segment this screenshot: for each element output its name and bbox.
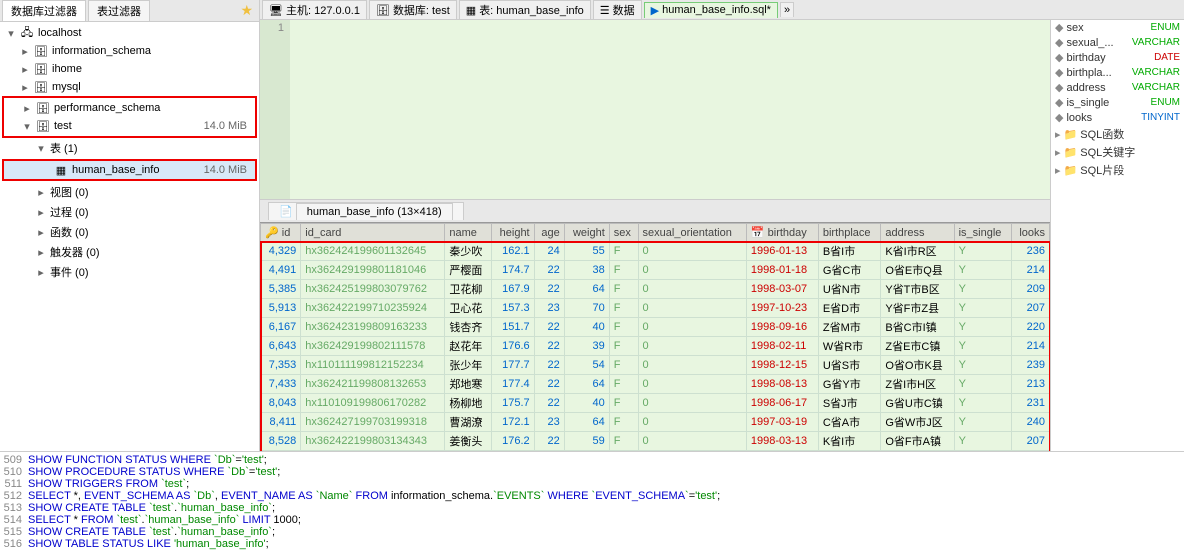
tab-overflow[interactable]: » [780, 2, 794, 17]
col-name[interactable]: name [445, 224, 491, 242]
diamond-icon: ◆ [1055, 96, 1063, 109]
table-row[interactable]: 6,643hx362429199802111578赵花年176.62239F01… [261, 337, 1050, 356]
db-node[interactable]: ▸🗄mysql [2, 78, 257, 96]
db-icon: 🗄 [376, 4, 390, 17]
result-tab[interactable]: 📄 human_base_info (13×418) [268, 202, 464, 220]
star-icon[interactable]: ★ [240, 2, 257, 19]
sql-line: 516SHOW TABLE STATUS LIKE 'human_base_in… [0, 538, 1184, 550]
db-node[interactable]: ▸🗄information_schema [2, 42, 257, 60]
diamond-icon: ◆ [1055, 51, 1063, 64]
table-row[interactable]: 8,528hx362422199803134343姜衡头176.22259F01… [261, 432, 1050, 451]
column-prop[interactable]: ◆sexual_...VARCHAR [1051, 35, 1184, 50]
sql-line: 515SHOW CREATE TABLE `test`.`human_base_… [0, 526, 1184, 538]
sql-line: 511SHOW TRIGGERS FROM `test`; [0, 478, 1184, 490]
server-icon: 🖧 [20, 26, 34, 40]
column-prop[interactable]: ◆looksTINYINT [1051, 110, 1184, 125]
col-bp[interactable]: birthplace [818, 224, 881, 242]
triggers-group[interactable]: ▸触发器 (0) [2, 242, 257, 262]
tab-db-filter[interactable]: 数据库过滤器 [2, 0, 86, 21]
editor-gutter: 1 [260, 20, 290, 199]
tab-table-filter[interactable]: 表过滤器 [88, 0, 150, 21]
table-row[interactable]: 4,491hx362429199801181046严樱面174.72238F01… [261, 261, 1050, 280]
column-prop[interactable]: ◆addressVARCHAR [1051, 80, 1184, 95]
data-icon: ☰ [600, 4, 610, 17]
sql-line: 513SHOW CREATE TABLE `test`.`human_base_… [0, 502, 1184, 514]
sql-editor[interactable]: 1 [260, 20, 1050, 200]
column-prop[interactable]: ◆sexENUM [1051, 20, 1184, 35]
prop-group[interactable]: ▸📁SQL函数 [1051, 125, 1184, 143]
host-icon: 🖥 [269, 4, 283, 17]
table-icon: ▦ [54, 163, 68, 177]
sql-line: 509SHOW FUNCTION STATUS WHERE `Db`='test… [0, 454, 1184, 466]
prop-group[interactable]: ▸📁SQL关键字 [1051, 143, 1184, 161]
table-row[interactable]: 8,043hx110109199806170282杨柳地175.72240F01… [261, 394, 1050, 413]
funcs-group[interactable]: ▸函数 (0) [2, 222, 257, 242]
db-tree: ▾🖧 localhost ▸🗄information_schema ▸🗄ihom… [0, 22, 259, 451]
server-label: localhost [38, 27, 81, 39]
table-row[interactable]: 4,329hx362424199601132645秦少吹162.12455F01… [261, 242, 1050, 261]
table-row[interactable]: 5,385hx362425199803079762卫花柳167.92264F01… [261, 280, 1050, 299]
db-icon: 🗄 [34, 80, 48, 94]
db-icon: 🗄 [36, 119, 50, 133]
col-sex[interactable]: sex [609, 224, 638, 242]
db-icon: 🗄 [34, 62, 48, 76]
diamond-icon: ◆ [1055, 21, 1063, 34]
column-prop[interactable]: ◆birthdayDATE [1051, 50, 1184, 65]
top-tabs: 🖥主机: 127.0.0.1 🗄数据库: test ▦表: human_base… [260, 0, 1184, 20]
events-group[interactable]: ▸事件 (0) [2, 262, 257, 282]
col-birthday[interactable]: 📅 birthday [746, 224, 818, 242]
table-row[interactable]: 6,167hx362423199809163233钱杏齐151.72240F01… [261, 318, 1050, 337]
tab-query[interactable]: ▶human_base_info.sql* [644, 2, 778, 18]
column-prop[interactable]: ◆is_singleENUM [1051, 95, 1184, 110]
procs-group[interactable]: ▸过程 (0) [2, 202, 257, 222]
tab-database[interactable]: 🗄数据库: test [369, 0, 457, 19]
col-so[interactable]: sexual_orientation [638, 224, 746, 242]
table-row[interactable]: 5,913hx362422199710235924卫心花157.32370F01… [261, 299, 1050, 318]
sql-log[interactable]: 509SHOW FUNCTION STATUS WHERE `Db`='test… [0, 451, 1184, 556]
table-row[interactable]: 7,433hx362421199808132653郑地寒177.42264F01… [261, 375, 1050, 394]
table-row[interactable]: 8,411hx362427199703199318曹湖潦172.12364F01… [261, 413, 1050, 432]
col-age[interactable]: age [534, 224, 564, 242]
data-grid[interactable]: 🔑 id id_card name height age weight sex … [260, 223, 1050, 451]
col-addr[interactable]: address [881, 224, 954, 242]
diamond-icon: ◆ [1055, 111, 1063, 124]
table-row[interactable]: 7,353hx110111199812152234张少年177.72254F01… [261, 356, 1050, 375]
db-icon: 🗄 [36, 101, 50, 115]
play-icon: ▶ [651, 4, 659, 17]
diamond-icon: ◆ [1055, 81, 1063, 94]
tables-group[interactable]: ▾表 (1) [2, 138, 257, 158]
sidebar: 数据库过滤器 表过滤器 ★ ▾🖧 localhost ▸🗄information… [0, 0, 260, 451]
table-icon: ▦ [466, 4, 476, 17]
col-weight[interactable]: weight [564, 224, 609, 242]
db-node[interactable]: ▸🗄ihome [2, 60, 257, 78]
sql-line: 510SHOW PROCEDURE STATUS WHERE `Db`='tes… [0, 466, 1184, 478]
sql-line: 512SELECT *, EVENT_SCHEMA AS `Db`, EVENT… [0, 490, 1184, 502]
column-prop[interactable]: ◆birthpla...VARCHAR [1051, 65, 1184, 80]
tab-host[interactable]: 🖥主机: 127.0.0.1 [262, 0, 367, 19]
col-height[interactable]: height [491, 224, 534, 242]
diamond-icon: ◆ [1055, 36, 1063, 49]
server-node[interactable]: ▾🖧 localhost [2, 24, 257, 42]
table-row[interactable]: 8,665hx362423199506209264金十杏162.32539F01… [261, 451, 1050, 452]
tab-data[interactable]: ☰数据 [593, 0, 642, 19]
col-id[interactable]: 🔑 id [261, 224, 301, 242]
prop-group[interactable]: ▸📁SQL片段 [1051, 161, 1184, 179]
columns-panel: ◆sexENUM◆sexual_...VARCHAR◆birthdayDATE◆… [1050, 20, 1184, 451]
tab-table[interactable]: ▦表: human_base_info [459, 0, 591, 19]
diamond-icon: ◆ [1055, 66, 1063, 79]
views-group[interactable]: ▸视图 (0) [2, 182, 257, 202]
db-node[interactable]: ▸🗄performance_schema [4, 99, 255, 117]
table-node[interactable]: ▦human_base_info14.0 MiB [4, 161, 255, 179]
db-icon: 🗄 [34, 44, 48, 58]
col-idcard[interactable]: id_card [301, 224, 445, 242]
sql-line: 514SELECT * FROM `test`.`human_base_info… [0, 514, 1184, 526]
db-node-test[interactable]: ▾🗄test14.0 MiB [4, 117, 255, 135]
col-sg[interactable]: is_single [954, 224, 1011, 242]
col-looks[interactable]: looks [1011, 224, 1049, 242]
